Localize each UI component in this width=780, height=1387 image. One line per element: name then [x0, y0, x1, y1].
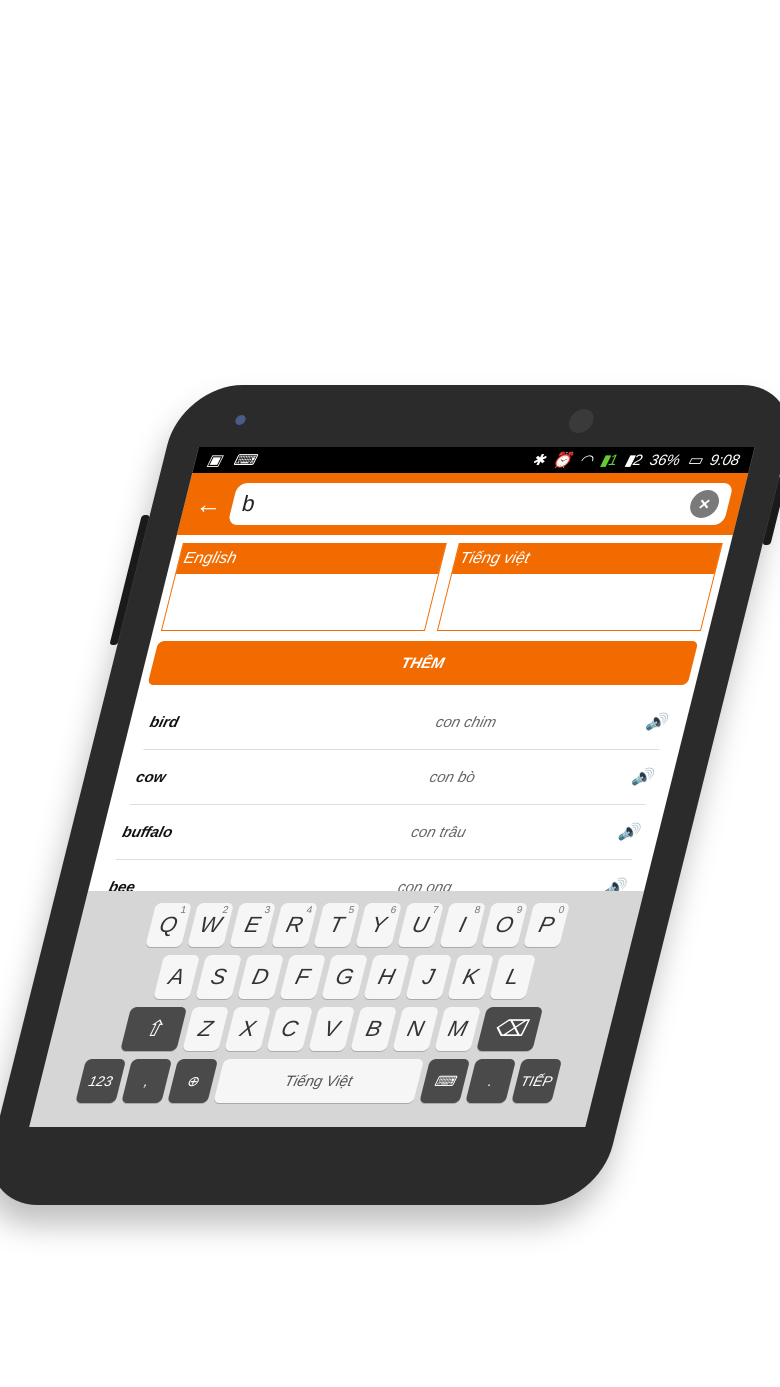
english-word: bird [148, 713, 181, 731]
key-y[interactable]: 6Y [355, 903, 403, 947]
earpiece-speaker [566, 409, 597, 433]
battery-icon: ▭ [685, 452, 705, 469]
vietnamese-word: con bò [427, 768, 478, 786]
volume-button[interactable] [109, 515, 150, 645]
speaker-icon[interactable]: 🔊 [630, 712, 669, 732]
key-r[interactable]: 4R [271, 903, 319, 947]
keyboard-row-4: 123 , ⊕ Tiếng Việt ⌨ . TIẾP [39, 1059, 598, 1103]
key-z[interactable]: Z [182, 1007, 230, 1051]
key-a[interactable]: A [153, 955, 201, 999]
english-field-label: English [176, 544, 446, 574]
shift-icon[interactable]: ⇧ [120, 1007, 188, 1051]
key-x[interactable]: X [224, 1007, 272, 1051]
key-h[interactable]: H [363, 955, 411, 999]
key-w[interactable]: 2W [187, 903, 235, 947]
gallery-icon: ▣ [205, 452, 224, 469]
symbols-key[interactable]: 123 [75, 1059, 127, 1103]
signal-sim2-icon: ▮2 [623, 452, 645, 469]
period-key[interactable]: . [465, 1059, 517, 1103]
key-i[interactable]: 8I [439, 903, 487, 947]
keyboard-row-1: 1Q 2W 3E 4R 5T 6Y 7U 8I 9O 0P [78, 903, 637, 947]
list-item[interactable]: bird con chim 🔊 [143, 695, 673, 750]
key-p[interactable]: 0P [523, 903, 571, 947]
list-item[interactable]: cow con bò 🔊 [129, 750, 660, 805]
keyboard-row-2: A S D F G H J K L [65, 955, 624, 999]
phone-body: ▣ ⌨ ✱ ⏰ ◠ ▮1 ▮2 36% ▭ 9:08 ← b × English… [0, 385, 780, 1205]
key-q[interactable]: 1Q [145, 903, 193, 947]
word-list: bird con chim 🔊 cow con bò 🔊 buffalo con… [82, 695, 693, 915]
wifi-icon: ◠ [577, 452, 595, 469]
key-t[interactable]: 5T [313, 903, 361, 947]
keyboard-row-3: ⇧ Z X C V B N M ⌫ [52, 1007, 611, 1051]
keyboard-icon: ⌨ [231, 452, 258, 469]
key-j[interactable]: J [405, 955, 453, 999]
english-field[interactable]: English [160, 543, 447, 631]
input-fields: English Tiếng việt [153, 535, 733, 631]
power-button[interactable] [762, 475, 780, 545]
phone-render: ▣ ⌨ ✱ ⏰ ◠ ▮1 ▮2 36% ▭ 9:08 ← b × English… [0, 0, 780, 1387]
keyboard-hide-icon[interactable]: ⌨ [419, 1059, 471, 1103]
key-b[interactable]: B [350, 1007, 398, 1051]
search-input[interactable]: b [239, 491, 693, 517]
alarm-icon: ⏰ [550, 452, 574, 469]
app-bar: ← b × [176, 473, 749, 535]
key-g[interactable]: G [321, 955, 369, 999]
clock: 9:08 [708, 451, 742, 469]
key-c[interactable]: C [266, 1007, 314, 1051]
key-e[interactable]: 3E [229, 903, 277, 947]
keyboard: 1Q 2W 3E 4R 5T 6Y 7U 8I 9O 0P A S D F G [29, 891, 645, 1127]
backspace-icon[interactable]: ⌫ [476, 1007, 544, 1051]
comma-key[interactable]: , [121, 1059, 173, 1103]
key-v[interactable]: V [308, 1007, 356, 1051]
vietnamese-word: con trâu [409, 823, 468, 841]
english-word: buffalo [120, 823, 175, 841]
key-k[interactable]: K [447, 955, 495, 999]
vietnamese-field-label: Tiếng việt [452, 544, 722, 574]
key-f[interactable]: F [279, 955, 327, 999]
bluetooth-icon: ✱ [530, 452, 548, 469]
key-l[interactable]: L [489, 955, 537, 999]
vietnamese-field[interactable]: Tiếng việt [436, 543, 723, 631]
globe-icon[interactable]: ⊕ [167, 1059, 219, 1103]
key-d[interactable]: D [237, 955, 285, 999]
speaker-icon[interactable]: 🔊 [602, 822, 641, 842]
speaker-icon[interactable]: 🔊 [616, 767, 655, 787]
english-word: cow [134, 768, 168, 786]
signal-sim1-icon: ▮1 [598, 452, 620, 469]
key-n[interactable]: N [392, 1007, 440, 1051]
key-o[interactable]: 9O [481, 903, 529, 947]
status-bar: ▣ ⌨ ✱ ⏰ ◠ ▮1 ▮2 36% ▭ 9:08 [192, 447, 755, 473]
front-camera [234, 415, 247, 425]
key-m[interactable]: M [434, 1007, 482, 1051]
list-item[interactable]: buffalo con trâu 🔊 [115, 805, 646, 860]
key-s[interactable]: S [195, 955, 243, 999]
search-box[interactable]: b × [227, 483, 734, 525]
battery-percent: 36% [647, 451, 683, 469]
add-button[interactable]: THÊM [147, 641, 699, 685]
space-bar[interactable]: Tiếng Việt [213, 1059, 425, 1103]
vietnamese-word: con chim [434, 713, 499, 731]
next-key[interactable]: TIẾP [511, 1059, 563, 1103]
key-u[interactable]: 7U [397, 903, 445, 947]
